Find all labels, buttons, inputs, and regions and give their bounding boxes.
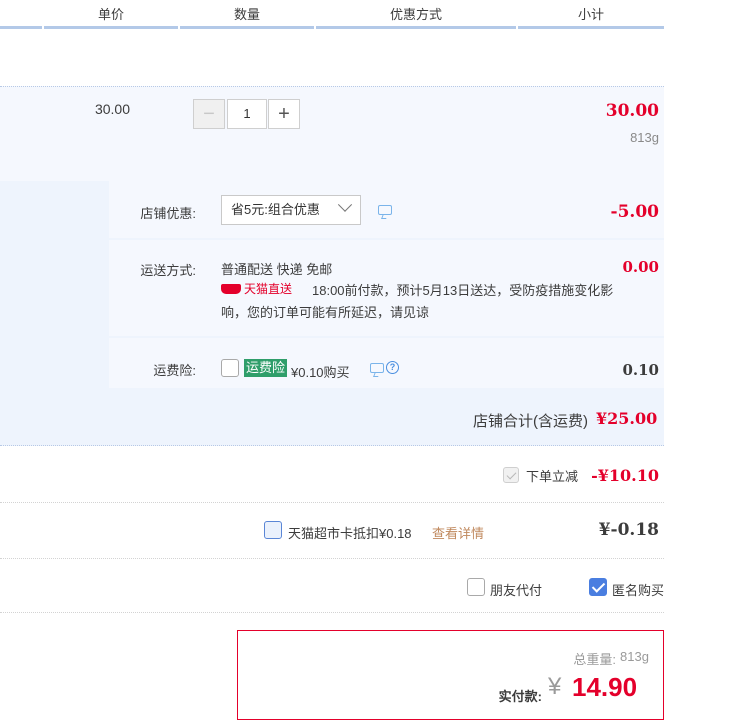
help-icon[interactable]: ? — [386, 361, 399, 374]
insurance-amount: 0.10 — [622, 361, 659, 379]
shipping-notice-line2: 响，您的订单可能有所延迟，请见谅 — [221, 305, 430, 320]
shop-discount-label: 店铺优惠: — [140, 206, 196, 221]
supermarket-card-checkbox[interactable] — [264, 521, 282, 539]
divider — [0, 502, 664, 503]
insurance-price: ¥0.10购买 — [291, 365, 350, 380]
tmall-direct-label: 天猫直送 — [244, 282, 293, 296]
insurance-label: 运费险: — [153, 363, 196, 378]
shipping-notice-line1: 18:00前付款，预计5月13日送达，受防疫措施变化影 — [312, 283, 614, 298]
total-weight-value: 813g — [620, 649, 649, 664]
friend-pay-label: 朋友代付 — [490, 583, 543, 598]
header-divider — [44, 26, 178, 29]
col-header-discount: 优惠方式 — [389, 7, 442, 22]
shop-discount-amount: -5.00 — [610, 202, 659, 222]
friend-pay-checkbox[interactable] — [467, 578, 485, 596]
quantity-decrease-button[interactable]: − — [193, 99, 225, 129]
header-divider — [0, 26, 42, 29]
shop-total-label: 店铺合计(含运费) — [473, 413, 588, 430]
instant-discount-checkbox[interactable] — [503, 467, 519, 483]
divider — [0, 558, 664, 559]
quantity-increase-button[interactable]: + — [268, 99, 300, 129]
pay-amount: 14.90 — [572, 672, 638, 702]
pay-amount-label: 实付款: — [498, 689, 542, 704]
shop-total-amount: ¥25.00 — [596, 409, 658, 428]
col-header-quantity: 数量 — [233, 7, 260, 22]
view-details-link[interactable]: 查看详情 — [432, 523, 484, 542]
quantity-input[interactable]: 1 — [227, 99, 267, 129]
insurance-checkbox[interactable] — [221, 359, 239, 377]
cart-icon — [221, 283, 241, 294]
currency-symbol: ¥ — [548, 673, 562, 700]
shipping-method: 普通配送 快递 免邮 — [221, 262, 333, 277]
divider — [0, 612, 664, 613]
shipping-label: 运送方式: — [140, 263, 196, 278]
total-weight-label: 总重量: — [573, 652, 616, 667]
item-subtotal: 30.00 — [605, 101, 659, 121]
header-divider — [180, 26, 314, 29]
shop-discount-selected: 省5元:组合优惠 — [231, 202, 320, 217]
anonymous-purchase-checkbox[interactable] — [589, 578, 607, 596]
item-weight: 813g — [630, 130, 659, 145]
instant-discount-amount: -¥10.10 — [591, 466, 659, 485]
supermarket-card-label: 天猫超市卡抵扣¥0.18 — [288, 526, 412, 541]
anonymous-purchase-label: 匿名购买 — [612, 583, 665, 598]
supermarket-card-amount: ¥-0.18 — [598, 520, 659, 540]
header-divider — [316, 26, 516, 29]
tmall-direct-badge: 天猫直送 — [221, 281, 292, 297]
insurance-badge: 运费险 — [244, 359, 288, 377]
header-divider — [518, 26, 664, 29]
col-header-subtotal: 小计 — [577, 7, 604, 22]
chevron-down-icon — [337, 197, 353, 212]
unit-price: 30.00 — [94, 101, 130, 117]
shipping-amount: 0.00 — [622, 258, 659, 276]
shop-discount-select[interactable]: 省5元:组合优惠 — [221, 195, 361, 225]
col-header-price: 单价 — [97, 7, 124, 22]
message-icon[interactable] — [378, 205, 392, 215]
message-icon[interactable] — [370, 363, 384, 373]
